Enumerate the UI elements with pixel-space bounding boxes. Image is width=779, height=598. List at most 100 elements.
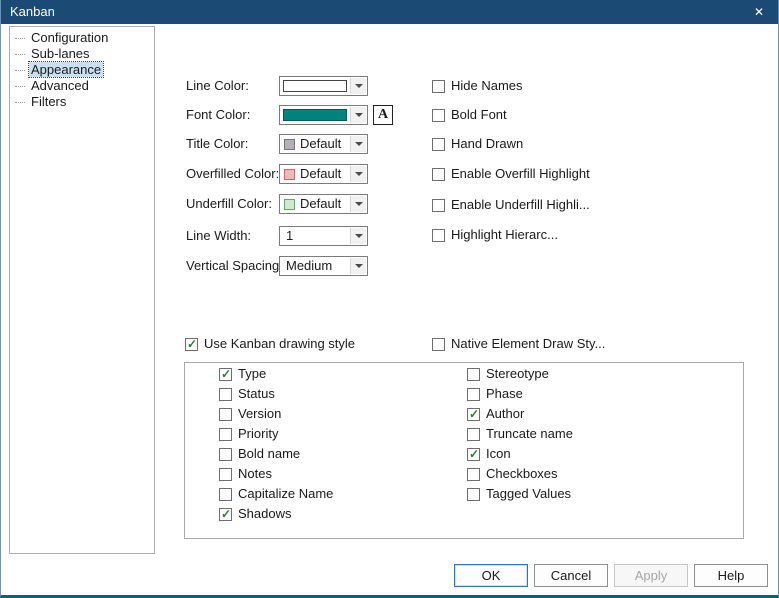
checkbox-label: Type [238, 366, 267, 381]
checkbox-native-element-draw-style[interactable]: Native Element Draw Sty... [432, 336, 605, 352]
checkbox-icon[interactable] [432, 108, 445, 122]
sidebar-item-sub-lanes[interactable]: Sub-lanes [10, 46, 154, 62]
checkbox-icon[interactable] [467, 407, 480, 422]
overfilled-color-dropdown[interactable]: Default [279, 164, 368, 184]
checkbox-enable-underfill-highlight[interactable]: Enable Underfill Highli... [432, 197, 590, 213]
apply-button[interactable]: Apply [614, 564, 688, 587]
checkbox-icon[interactable] [219, 487, 232, 501]
title-color-dropdown[interactable]: Default [279, 134, 368, 154]
checkbox-icon[interactable] [432, 228, 445, 242]
checkbox-checkboxes[interactable]: Checkboxes [467, 466, 558, 482]
checkbox-icon[interactable] [432, 167, 445, 181]
checkbox-capitalize-name[interactable]: Capitalize Name [219, 486, 333, 502]
help-button[interactable]: Help [694, 564, 768, 587]
sidebar-item-configuration[interactable]: Configuration [10, 30, 154, 46]
checkbox-icon[interactable] [432, 198, 445, 212]
checkbox-author[interactable]: Author [467, 406, 524, 422]
line-color-swatch [283, 80, 347, 92]
dropdown-value: Default [300, 166, 342, 181]
checkbox-phase[interactable]: Phase [467, 386, 523, 402]
checkbox-icon[interactable] [219, 427, 232, 441]
font-style-button[interactable]: A [373, 105, 393, 125]
vertical-spacing-dropdown[interactable]: Medium [279, 256, 368, 276]
checkbox-shadows[interactable]: Shadows [219, 506, 291, 522]
checkbox-icon[interactable] [467, 467, 480, 481]
underfill-color-dropdown[interactable]: Default [279, 194, 368, 214]
checkbox-icon[interactable] [467, 367, 480, 381]
chevron-down-icon[interactable] [350, 228, 366, 244]
sidebar-item-advanced[interactable]: Advanced [10, 78, 154, 94]
checkbox-label: Version [238, 406, 282, 421]
checkbox-stereotype[interactable]: Stereotype [467, 366, 549, 382]
checkbox-icon[interactable] [432, 79, 445, 93]
checkbox-label: Notes [238, 466, 272, 481]
font-color-swatch [283, 109, 347, 121]
checkbox-hand-drawn[interactable]: Hand Drawn [432, 136, 523, 152]
checkbox-label: Shadows [238, 506, 292, 521]
checkbox-label: Truncate name [486, 426, 573, 441]
chevron-down-icon[interactable] [350, 136, 366, 152]
checkbox-highlight-hierarchy[interactable]: Highlight Hierarc... [432, 227, 558, 243]
checkbox-truncate-name[interactable]: Truncate name [467, 426, 573, 442]
display-options-group: Type Status Version Priority Bold name N… [184, 362, 744, 539]
checkbox-label: Hide Names [451, 78, 523, 93]
line-width-label: Line Width: [186, 228, 252, 243]
dropdown-value: 1 [286, 228, 294, 243]
close-icon[interactable]: ✕ [750, 4, 768, 20]
checkbox-icon[interactable] [219, 467, 232, 481]
checkbox-hide-names[interactable]: Hide Names [432, 78, 523, 94]
checkbox-icon[interactable] [219, 407, 232, 421]
checkbox-notes[interactable]: Notes [219, 466, 272, 482]
checkbox-priority[interactable]: Priority [219, 426, 278, 442]
checkbox-icon[interactable] [219, 507, 232, 522]
checkbox-icon[interactable] [219, 387, 232, 401]
checkbox-label: Bold name [238, 446, 301, 461]
checkbox-icon[interactable] [185, 337, 198, 352]
checkbox-label: Priority [238, 426, 279, 441]
checkbox-icon[interactable] [219, 447, 232, 461]
checkbox-status[interactable]: Status [219, 386, 275, 402]
underfill-color-swatch [284, 199, 295, 210]
checkbox-tagged-values[interactable]: Tagged Values [467, 486, 571, 502]
checkbox-label: Stereotype [486, 366, 549, 381]
sidebar-item-appearance[interactable]: Appearance [10, 61, 154, 78]
checkbox-bold-name[interactable]: Bold name [219, 446, 300, 462]
checkbox-bold-font[interactable]: Bold Font [432, 107, 507, 123]
chevron-down-icon[interactable] [350, 196, 366, 212]
checkbox-label: Native Element Draw Sty... [451, 336, 606, 351]
checkbox-icon-option[interactable]: Icon [467, 446, 511, 462]
chevron-down-icon[interactable] [350, 78, 366, 94]
checkbox-icon[interactable] [467, 447, 480, 462]
checkbox-label: Phase [486, 386, 523, 401]
checkbox-icon[interactable] [432, 137, 445, 151]
checkbox-icon[interactable] [467, 487, 480, 501]
ok-button[interactable]: OK [454, 564, 528, 587]
cancel-button[interactable]: Cancel [534, 564, 608, 587]
dropdown-value: Medium [286, 258, 333, 273]
chevron-down-icon[interactable] [350, 166, 366, 182]
checkbox-label: Icon [486, 446, 511, 461]
checkbox-version[interactable]: Version [219, 406, 281, 422]
checkbox-label: Hand Drawn [451, 136, 524, 151]
sidebar-item-filters[interactable]: Filters [10, 94, 154, 110]
underfill-color-label: Underfill Color: [186, 196, 272, 211]
font-color-dropdown[interactable] [279, 105, 368, 125]
checkbox-label: Enable Overfill Highlight [451, 166, 590, 181]
chevron-down-icon[interactable] [350, 258, 366, 274]
checkbox-type[interactable]: Type [219, 366, 266, 382]
checkbox-icon[interactable] [432, 337, 445, 351]
checkbox-label: Capitalize Name [238, 486, 334, 501]
dropdown-value: Default [300, 136, 342, 151]
checkbox-use-kanban-drawing-style[interactable]: Use Kanban drawing style [185, 336, 355, 352]
line-color-dropdown[interactable] [279, 76, 368, 96]
kanban-dialog: Kanban ✕ Configuration Sub-lanes Appeara… [0, 0, 779, 598]
overfilled-color-swatch [284, 169, 295, 180]
checkbox-enable-overfill-highlight[interactable]: Enable Overfill Highlight [432, 166, 590, 182]
line-width-dropdown[interactable]: 1 [279, 226, 368, 246]
dropdown-value: Default [300, 196, 342, 211]
checkbox-icon[interactable] [467, 427, 480, 441]
checkbox-icon[interactable] [467, 387, 480, 401]
chevron-down-icon[interactable] [350, 107, 366, 123]
checkbox-icon[interactable] [219, 367, 232, 382]
sidebar-tree: Configuration Sub-lanes Appearance Advan… [9, 26, 155, 554]
